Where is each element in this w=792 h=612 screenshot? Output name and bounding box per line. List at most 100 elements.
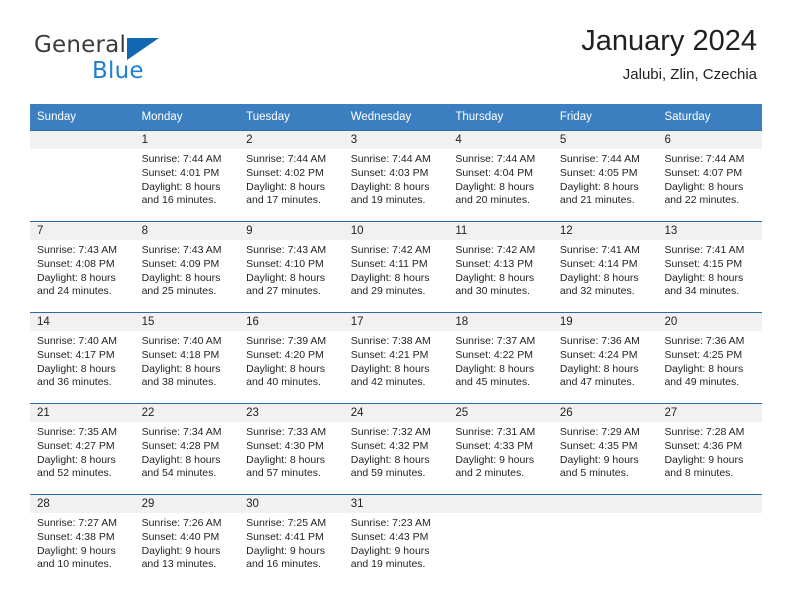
day-number: 8 — [134, 222, 240, 240]
day-details: Sunrise: 7:33 AM Sunset: 4:30 PM Dayligh… — [239, 422, 344, 494]
day-cell[interactable]: 21 Sunrise: 7:35 AM Sunset: 4:27 PM Dayl… — [30, 404, 135, 494]
logo-text-blue: Blue — [92, 58, 144, 84]
weekday-header-monday: Monday — [141, 111, 183, 123]
sunrise-text: Sunrise: 7:35 AM — [37, 426, 117, 438]
daylight-text-line1: Daylight: 8 hours — [559, 362, 639, 375]
day-cell[interactable]: 4 Sunrise: 7:44 AM Sunset: 4:04 PM Dayli… — [448, 131, 553, 221]
day-cell[interactable]: 30 Sunrise: 7:25 AM Sunset: 4:41 PM Dayl… — [239, 495, 344, 585]
sunrise-text: Sunrise: 7:36 AM — [559, 335, 640, 347]
day-details: Sunrise: 7:40 AM Sunset: 4:18 PM Dayligh… — [135, 331, 240, 403]
day-details: Sunrise: 7:36 AM Sunset: 4:25 PM Dayligh… — [657, 331, 762, 403]
daylight-text-line1: Daylight: 8 hours — [141, 453, 221, 466]
day-number: 15 — [134, 313, 240, 331]
daylight-text-line2: and 45 minutes. — [455, 376, 531, 389]
day-cell[interactable]: 11 Sunrise: 7:42 AM Sunset: 4:13 PM Dayl… — [448, 222, 553, 312]
day-cell[interactable]: 10 Sunrise: 7:42 AM Sunset: 4:11 PM Dayl… — [343, 222, 449, 312]
day-cell[interactable]: 24 Sunrise: 7:32 AM Sunset: 4:32 PM Dayl… — [343, 404, 449, 494]
weekday-header-sunday: Sunday — [37, 111, 77, 123]
day-cell[interactable] — [552, 495, 658, 585]
day-cell[interactable]: 13 Sunrise: 7:41 AM Sunset: 4:15 PM Dayl… — [657, 222, 763, 312]
day-cell[interactable]: 1 Sunrise: 7:44 AM Sunset: 4:01 PM Dayli… — [134, 131, 240, 221]
page-subtitle-location: Jalubi, Zlin, Czechia — [622, 65, 757, 83]
daylight-text-line2: and 25 minutes. — [141, 285, 217, 298]
daylight-text-line1: Daylight: 8 hours — [37, 271, 116, 284]
day-cell[interactable] — [448, 495, 553, 585]
day-cell[interactable] — [657, 495, 763, 585]
day-cell[interactable]: 6 Sunrise: 7:44 AM Sunset: 4:07 PM Dayli… — [657, 131, 763, 221]
day-number — [657, 495, 763, 513]
daylight-text-line1: Daylight: 9 hours — [350, 544, 430, 557]
sunrise-text: Sunrise: 7:37 AM — [455, 335, 536, 347]
daylight-text-line2: and 57 minutes. — [246, 467, 321, 480]
day-cell[interactable]: 19 Sunrise: 7:36 AM Sunset: 4:24 PM Dayl… — [552, 313, 658, 403]
day-number: 31 — [343, 495, 449, 513]
day-cell[interactable]: 12 Sunrise: 7:41 AM Sunset: 4:14 PM Dayl… — [552, 222, 658, 312]
sunset-text: Sunset: 4:13 PM — [455, 257, 533, 270]
day-cell[interactable] — [30, 131, 135, 221]
day-cell[interactable]: 26 Sunrise: 7:29 AM Sunset: 4:35 PM Dayl… — [552, 404, 658, 494]
sunset-text: Sunset: 4:04 PM — [455, 166, 533, 179]
day-cell[interactable]: 16 Sunrise: 7:39 AM Sunset: 4:20 PM Dayl… — [239, 313, 344, 403]
day-cell[interactable]: 23 Sunrise: 7:33 AM Sunset: 4:30 PM Dayl… — [239, 404, 344, 494]
day-cell[interactable]: 31 Sunrise: 7:23 AM Sunset: 4:43 PM Dayl… — [343, 495, 449, 585]
day-number — [552, 495, 658, 513]
day-number: 30 — [239, 495, 344, 513]
weekday-header-saturday: Saturday — [664, 111, 711, 123]
weekday-header-friday: Friday — [559, 111, 592, 123]
day-details: Sunrise: 7:35 AM Sunset: 4:27 PM Dayligh… — [30, 422, 135, 494]
day-details: Sunrise: 7:44 AM Sunset: 4:05 PM Dayligh… — [553, 149, 658, 221]
logo-triangle-icon — [127, 38, 159, 60]
day-cell[interactable]: 5 Sunrise: 7:44 AM Sunset: 4:05 PM Dayli… — [552, 131, 658, 221]
day-number: 2 — [239, 131, 344, 149]
day-details: Sunrise: 7:38 AM Sunset: 4:21 PM Dayligh… — [344, 331, 449, 403]
day-cell[interactable]: 28 Sunrise: 7:27 AM Sunset: 4:38 PM Dayl… — [30, 495, 135, 585]
day-number: 21 — [30, 404, 135, 422]
sunrise-text: Sunrise: 7:44 AM — [350, 153, 431, 165]
day-cell[interactable]: 9 Sunrise: 7:43 AM Sunset: 4:10 PM Dayli… — [239, 222, 344, 312]
day-details: Sunrise: 7:44 AM Sunset: 4:01 PM Dayligh… — [135, 149, 240, 221]
sunrise-text: Sunrise: 7:42 AM — [455, 244, 536, 256]
sunrise-text: Sunrise: 7:36 AM — [664, 335, 745, 347]
day-details: Sunrise: 7:29 AM Sunset: 4:35 PM Dayligh… — [553, 422, 658, 494]
daylight-text-line2: and 8 minutes. — [664, 467, 734, 480]
week-row: 7 Sunrise: 7:43 AM Sunset: 4:08 PM Dayli… — [30, 221, 763, 312]
day-cell[interactable]: 8 Sunrise: 7:43 AM Sunset: 4:09 PM Dayli… — [134, 222, 240, 312]
day-cell[interactable]: 27 Sunrise: 7:28 AM Sunset: 4:36 PM Dayl… — [657, 404, 763, 494]
daylight-text-line2: and 47 minutes. — [559, 376, 635, 389]
day-cell[interactable]: 17 Sunrise: 7:38 AM Sunset: 4:21 PM Dayl… — [343, 313, 449, 403]
sunset-text: Sunset: 4:18 PM — [141, 348, 220, 361]
daylight-text-line1: Daylight: 8 hours — [37, 453, 116, 466]
day-number — [448, 495, 553, 513]
day-details: Sunrise: 7:44 AM Sunset: 4:03 PM Dayligh… — [344, 149, 449, 221]
sunset-text: Sunset: 4:07 PM — [664, 166, 743, 179]
day-cell[interactable]: 15 Sunrise: 7:40 AM Sunset: 4:18 PM Dayl… — [134, 313, 240, 403]
daylight-text-line2: and 34 minutes. — [664, 285, 740, 298]
daylight-text-line2: and 17 minutes. — [246, 194, 321, 207]
day-cell[interactable]: 25 Sunrise: 7:31 AM Sunset: 4:33 PM Dayl… — [448, 404, 553, 494]
day-cell[interactable]: 3 Sunrise: 7:44 AM Sunset: 4:03 PM Dayli… — [343, 131, 449, 221]
daylight-text-line2: and 36 minutes. — [37, 376, 112, 389]
day-number: 11 — [448, 222, 553, 240]
daylight-text-line2: and 27 minutes. — [246, 285, 321, 298]
day-cell[interactable]: 29 Sunrise: 7:26 AM Sunset: 4:40 PM Dayl… — [134, 495, 240, 585]
day-cell[interactable]: 18 Sunrise: 7:37 AM Sunset: 4:22 PM Dayl… — [448, 313, 553, 403]
sunset-text: Sunset: 4:17 PM — [37, 348, 115, 361]
daylight-text-line1: Daylight: 9 hours — [141, 544, 221, 557]
day-cell[interactable]: 7 Sunrise: 7:43 AM Sunset: 4:08 PM Dayli… — [30, 222, 135, 312]
day-cell[interactable]: 20 Sunrise: 7:36 AM Sunset: 4:25 PM Dayl… — [657, 313, 763, 403]
daylight-text-line1: Daylight: 8 hours — [455, 180, 535, 193]
day-cell[interactable]: 2 Sunrise: 7:44 AM Sunset: 4:02 PM Dayli… — [239, 131, 344, 221]
daylight-text-line2: and 22 minutes. — [664, 194, 740, 207]
sunset-text: Sunset: 4:21 PM — [350, 348, 429, 361]
sunrise-text: Sunrise: 7:29 AM — [559, 426, 640, 438]
day-cell[interactable]: 22 Sunrise: 7:34 AM Sunset: 4:28 PM Dayl… — [134, 404, 240, 494]
day-details: Sunrise: 7:43 AM Sunset: 4:08 PM Dayligh… — [30, 240, 135, 312]
daylight-text-line2: and 30 minutes. — [455, 285, 531, 298]
sunrise-text: Sunrise: 7:42 AM — [350, 244, 431, 256]
sunrise-text: Sunrise: 7:43 AM — [246, 244, 327, 256]
day-number: 27 — [657, 404, 763, 422]
day-cell[interactable]: 14 Sunrise: 7:40 AM Sunset: 4:17 PM Dayl… — [30, 313, 135, 403]
day-details: Sunrise: 7:40 AM Sunset: 4:17 PM Dayligh… — [30, 331, 135, 403]
daylight-text-line1: Daylight: 8 hours — [141, 362, 221, 375]
day-number: 28 — [30, 495, 135, 513]
